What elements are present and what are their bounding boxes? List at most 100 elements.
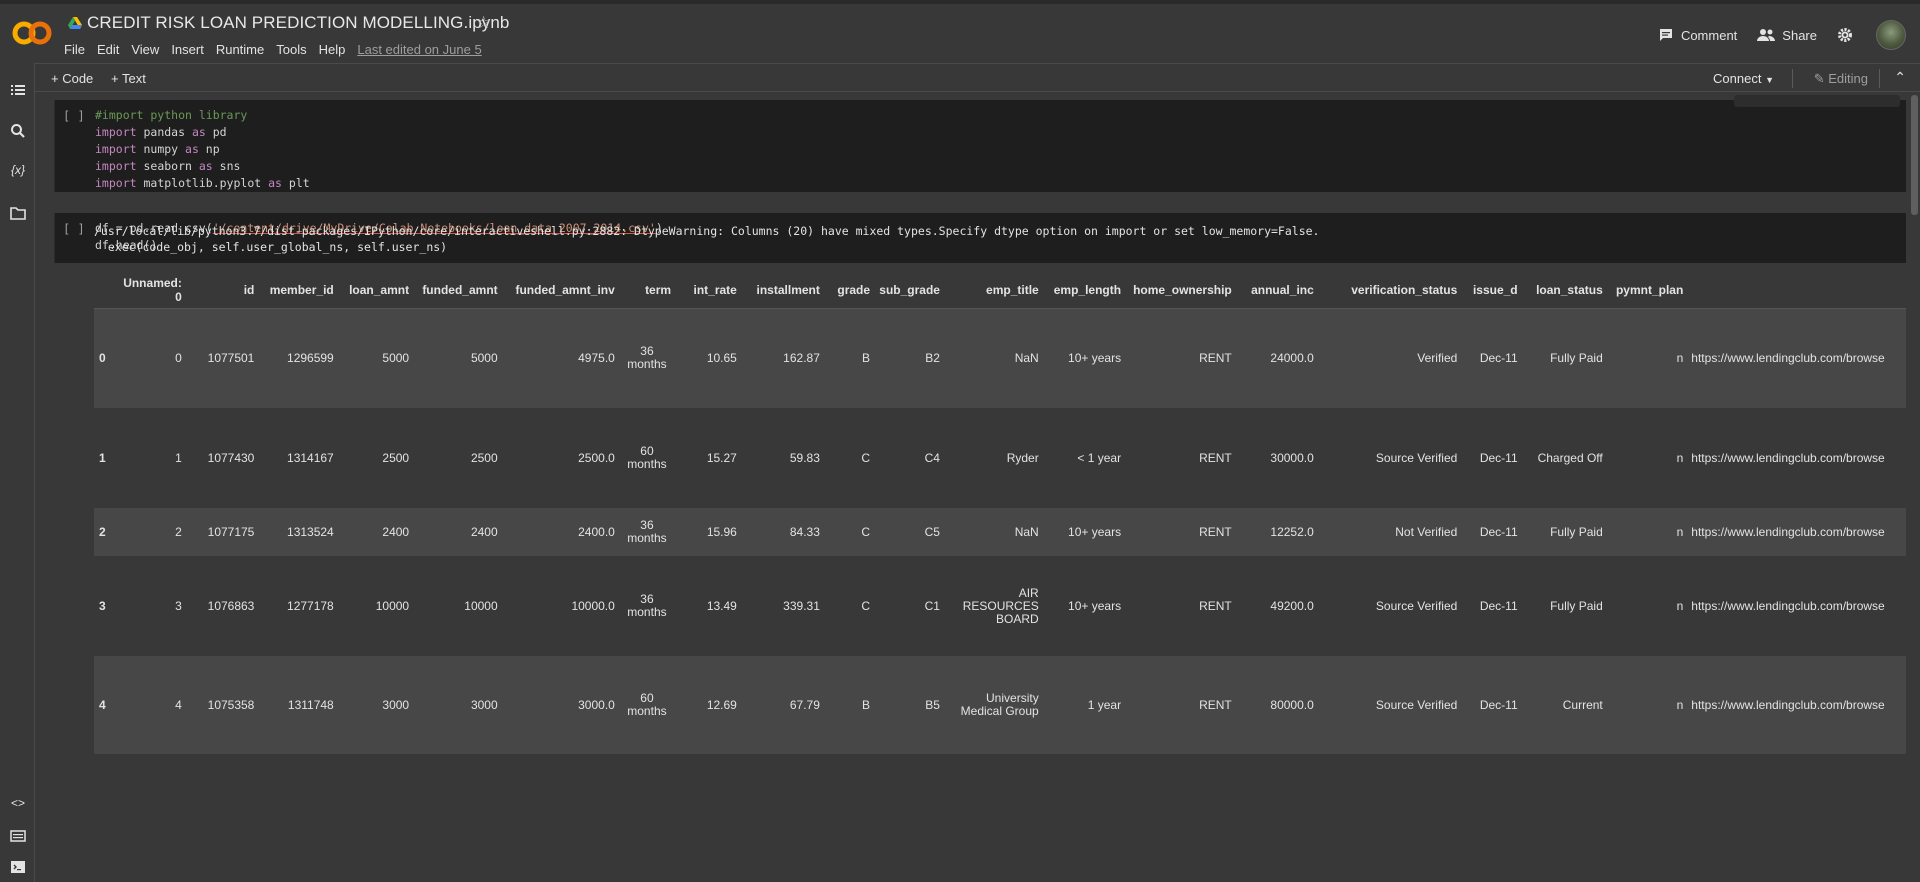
table-cell: 10000 — [375, 599, 410, 613]
code-snippets-icon[interactable]: <> — [9, 796, 27, 814]
row-index: 4 — [99, 698, 106, 712]
table-cell: 3000.0 — [578, 698, 615, 712]
table-cell: RENT — [1199, 451, 1232, 465]
share-button[interactable]: Share — [1757, 28, 1817, 43]
table-cell: 2 — [175, 525, 182, 539]
run-cell-button[interactable]: [ ] — [63, 222, 85, 236]
table-cell: Dec-11 — [1479, 351, 1518, 366]
settings-button[interactable] — [1837, 27, 1860, 43]
colab-logo-icon[interactable] — [12, 18, 52, 48]
table-cell: 24000.0 — [1270, 351, 1314, 366]
menu-insert[interactable]: Insert — [171, 42, 204, 57]
table-cell: 2400.0 — [578, 525, 615, 539]
table-cell: B — [862, 351, 871, 366]
collapse-header-icon[interactable]: ⌃ — [1894, 69, 1906, 86]
code-cell[interactable]: [ ] #import python library import pandas… — [54, 95, 1906, 192]
notebook-toolbar: + Code + Text Connect ▼ ✎ Editing ⌃ — [35, 63, 1920, 92]
table-cell: B2 — [925, 351, 940, 366]
table-cell: C5 — [924, 525, 940, 539]
table-row: 0 0 1077501 1296599 5000 5000 4975.0 36 months 1… — [94, 308, 1906, 408]
row-index: 3 — [99, 599, 106, 613]
row-index: 0 — [99, 351, 106, 366]
caret-down-icon: ▼ — [1765, 75, 1774, 85]
table-cell: n — [1676, 451, 1684, 465]
table-cell: B — [862, 698, 871, 712]
variables-icon[interactable]: {x} — [9, 163, 27, 181]
star-icon[interactable]: ☆ — [476, 13, 491, 33]
table-cell: 2500 — [470, 451, 498, 465]
menu-file[interactable]: File — [64, 42, 85, 57]
table-cell: 1076863 — [207, 599, 255, 613]
table-cell: 0 — [175, 351, 182, 366]
column-header: installment — [740, 272, 824, 309]
terminal-icon[interactable] — [9, 858, 27, 876]
table-cell: n — [1676, 525, 1684, 539]
table-cell: 5000 — [382, 351, 410, 366]
vertical-scrollbar[interactable] — [1908, 93, 1920, 882]
table-row: 2 2 1077175 1313524 2400 2400 2400.0 36 months 1… — [94, 508, 1906, 556]
table-cell: 1296599 — [287, 351, 334, 366]
table-cell: 3000 — [470, 698, 498, 712]
connect-button[interactable]: Connect ▼ — [1713, 71, 1774, 86]
add-text-button[interactable]: + Text — [111, 71, 146, 86]
table-cell: 1 year — [1087, 698, 1122, 712]
table-cell: Ryder — [1006, 450, 1039, 465]
command-palette-icon[interactable] — [9, 827, 27, 845]
scrollbar-thumb[interactable] — [1911, 95, 1918, 215]
top-right-actions: Comment Share — [1658, 20, 1906, 50]
table-of-contents-icon[interactable] — [9, 81, 27, 99]
table-cell: 80000.0 — [1270, 698, 1314, 712]
editing-mode-button[interactable]: ✎ Editing — [1814, 71, 1868, 87]
table-cell: 12.69 — [706, 698, 737, 712]
table-cell: 12252.0 — [1270, 525, 1314, 539]
cell-toolbar[interactable] — [1734, 95, 1900, 107]
column-header: sub_grade — [874, 272, 944, 309]
table-row: 3 3 1076863 1277178 10000 10000 10000.0 36 mont… — [94, 556, 1906, 656]
table-cell: 1077175 — [207, 525, 255, 539]
menu-help[interactable]: Help — [319, 42, 346, 57]
comment-button[interactable]: Comment — [1658, 27, 1737, 43]
notebook-area: [ ] #import python library import pandas… — [35, 93, 1920, 882]
table-cell: C — [861, 599, 871, 613]
search-icon[interactable] — [9, 122, 27, 140]
table-cell: 1077501 — [207, 351, 255, 366]
table-cell: 339.31 — [783, 599, 820, 613]
run-cell-button[interactable]: [ ] — [63, 109, 85, 123]
dataframe-table: Unnamed: 0 id member_id loan_amnt funded… — [94, 272, 1906, 754]
menu-tools[interactable]: Tools — [276, 42, 306, 57]
table-cell: https://www.lendingclub.com/browse — [1691, 351, 1885, 366]
menu-runtime[interactable]: Runtime — [216, 42, 264, 57]
top-bar: CREDIT RISK LOAN PREDICTION MODELLING.ip… — [0, 0, 1920, 62]
column-header: emp_length — [1042, 272, 1126, 309]
table-cell: Verified — [1417, 351, 1458, 366]
column-header: issue_d — [1461, 272, 1522, 309]
notebook-title[interactable]: CREDIT RISK LOAN PREDICTION MODELLING.ip… — [87, 13, 509, 33]
table-cell: 10+ years — [1068, 599, 1122, 613]
warning-text: exec(code_obj, self.user_global_ns, self… — [94, 240, 448, 254]
table-cell: < 1 year — [1077, 451, 1122, 465]
table-cell: RENT — [1199, 525, 1232, 539]
table-cell: 10000.0 — [571, 599, 615, 613]
warning-text: /usr/local/lib/python3.7/dist-packages/I… — [94, 224, 1320, 238]
add-code-button[interactable]: + Code — [51, 71, 93, 86]
table-cell: https://www.lendingclub.com/browse — [1691, 525, 1885, 539]
user-avatar[interactable] — [1876, 20, 1906, 50]
table-cell: 67.79 — [789, 698, 820, 712]
menu-edit[interactable]: Edit — [97, 42, 119, 57]
table-cell: https://www.lendingclub.com/browse — [1691, 599, 1885, 613]
column-header: term — [618, 272, 676, 309]
table-cell: Dec-11 — [1479, 525, 1518, 539]
table-cell: 2400 — [470, 525, 498, 539]
column-header: home_ownership — [1125, 272, 1236, 309]
menu-view[interactable]: View — [131, 42, 159, 57]
table-cell: 60 months — [627, 691, 667, 718]
folder-icon[interactable] — [9, 204, 27, 222]
table-cell: Dec-11 — [1479, 599, 1518, 613]
table-cell: 10000 — [464, 599, 498, 613]
code-editor[interactable]: #import python library import pandas as … — [95, 107, 310, 192]
last-edited-link[interactable]: Last edited on June 5 — [357, 42, 481, 57]
column-header: funded_amnt — [413, 272, 502, 309]
table-cell: n — [1676, 351, 1684, 366]
table-cell: Fully Paid — [1550, 525, 1603, 539]
toolbar-divider — [1792, 69, 1793, 88]
